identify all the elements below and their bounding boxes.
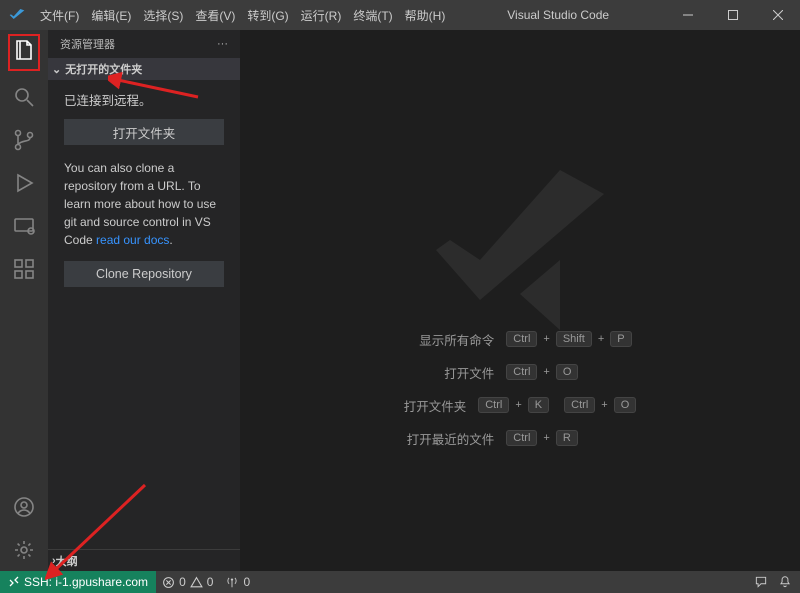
activity-account[interactable] xyxy=(12,495,36,524)
open-folder-button[interactable]: 打开文件夹 xyxy=(64,119,224,145)
menu-view[interactable]: 查看(V) xyxy=(189,7,241,24)
account-icon xyxy=(12,495,36,519)
branch-icon xyxy=(12,128,36,152)
vscode-icon xyxy=(0,7,34,23)
status-ports[interactable]: 0 xyxy=(219,575,256,589)
search-icon xyxy=(12,85,36,109)
activity-search[interactable] xyxy=(12,85,36,114)
section-no-folder[interactable]: ⌄ 无打开的文件夹 xyxy=(48,58,240,80)
menu-run[interactable]: 运行(R) xyxy=(295,7,348,24)
clone-repository-button[interactable]: Clone Repository xyxy=(64,261,224,287)
window-title: Visual Studio Code xyxy=(451,8,665,22)
radio-tower-icon xyxy=(225,575,239,589)
activity-remote[interactable] xyxy=(12,214,36,243)
status-remote[interactable]: SSH: i-1.gpushare.com xyxy=(0,571,156,593)
menu-go[interactable]: 转到(G) xyxy=(241,7,294,24)
cmd-open-recent: 打开最近的文件 Ctrl+R xyxy=(404,429,637,448)
menu-terminal[interactable]: 终端(T) xyxy=(347,7,398,24)
sidebar-title: 资源管理器 xyxy=(60,36,115,52)
activity-scm[interactable] xyxy=(12,128,36,157)
title-bar: 文件(F) 编辑(E) 选择(S) 查看(V) 转到(G) 运行(R) 终端(T… xyxy=(0,0,800,30)
section-outline[interactable]: › 大纲 xyxy=(48,549,240,571)
connected-text: 已连接到远程。 xyxy=(64,90,224,109)
chevron-down-icon: ⌄ xyxy=(52,63,61,76)
remote-icon xyxy=(12,214,36,238)
activity-extensions[interactable] xyxy=(12,257,36,286)
feedback-icon[interactable] xyxy=(754,575,768,589)
sidebar: 资源管理器 ··· ⌄ 无打开的文件夹 已连接到远程。 打开文件夹 You ca… xyxy=(48,30,240,571)
files-icon xyxy=(12,38,36,62)
status-bar: SSH: i-1.gpushare.com 0 0 0 xyxy=(0,571,800,593)
play-icon xyxy=(12,171,36,195)
bell-icon[interactable] xyxy=(778,575,792,589)
menu-bar: 文件(F) 编辑(E) 选择(S) 查看(V) 转到(G) 运行(R) 终端(T… xyxy=(34,7,451,24)
cmd-open-folder: 打开文件夹 Ctrl+K Ctrl+O xyxy=(404,396,637,415)
activity-settings[interactable] xyxy=(12,538,36,567)
close-button[interactable] xyxy=(755,0,800,30)
outline-label: 大纲 xyxy=(56,553,78,569)
menu-help[interactable]: 帮助(H) xyxy=(399,7,452,24)
section-label: 无打开的文件夹 xyxy=(65,61,142,77)
error-icon xyxy=(162,576,175,589)
menu-file[interactable]: 文件(F) xyxy=(34,7,85,24)
menu-edit[interactable]: 编辑(E) xyxy=(85,7,137,24)
activity-run[interactable] xyxy=(12,171,36,200)
extensions-icon xyxy=(12,257,36,281)
clone-description: You can also clone a repository from a U… xyxy=(64,159,224,249)
vscode-watermark-icon xyxy=(420,150,620,350)
remote-indicator-icon xyxy=(8,576,20,588)
activity-explorer[interactable] xyxy=(8,34,40,71)
minimize-button[interactable] xyxy=(665,0,710,30)
activity-bar xyxy=(0,30,48,571)
editor-area: 显示所有命令 Ctrl+Shift+P 打开文件 Ctrl+O 打开文件夹 Ct… xyxy=(240,30,800,571)
warning-icon xyxy=(190,576,203,589)
maximize-button[interactable] xyxy=(710,0,755,30)
read-docs-link[interactable]: read our docs xyxy=(96,233,169,247)
status-problems[interactable]: 0 0 xyxy=(156,575,219,589)
cmd-open-file: 打开文件 Ctrl+O xyxy=(404,363,637,382)
sidebar-more-icon[interactable]: ··· xyxy=(217,38,228,50)
menu-selection[interactable]: 选择(S) xyxy=(137,7,189,24)
gear-icon xyxy=(12,538,36,562)
